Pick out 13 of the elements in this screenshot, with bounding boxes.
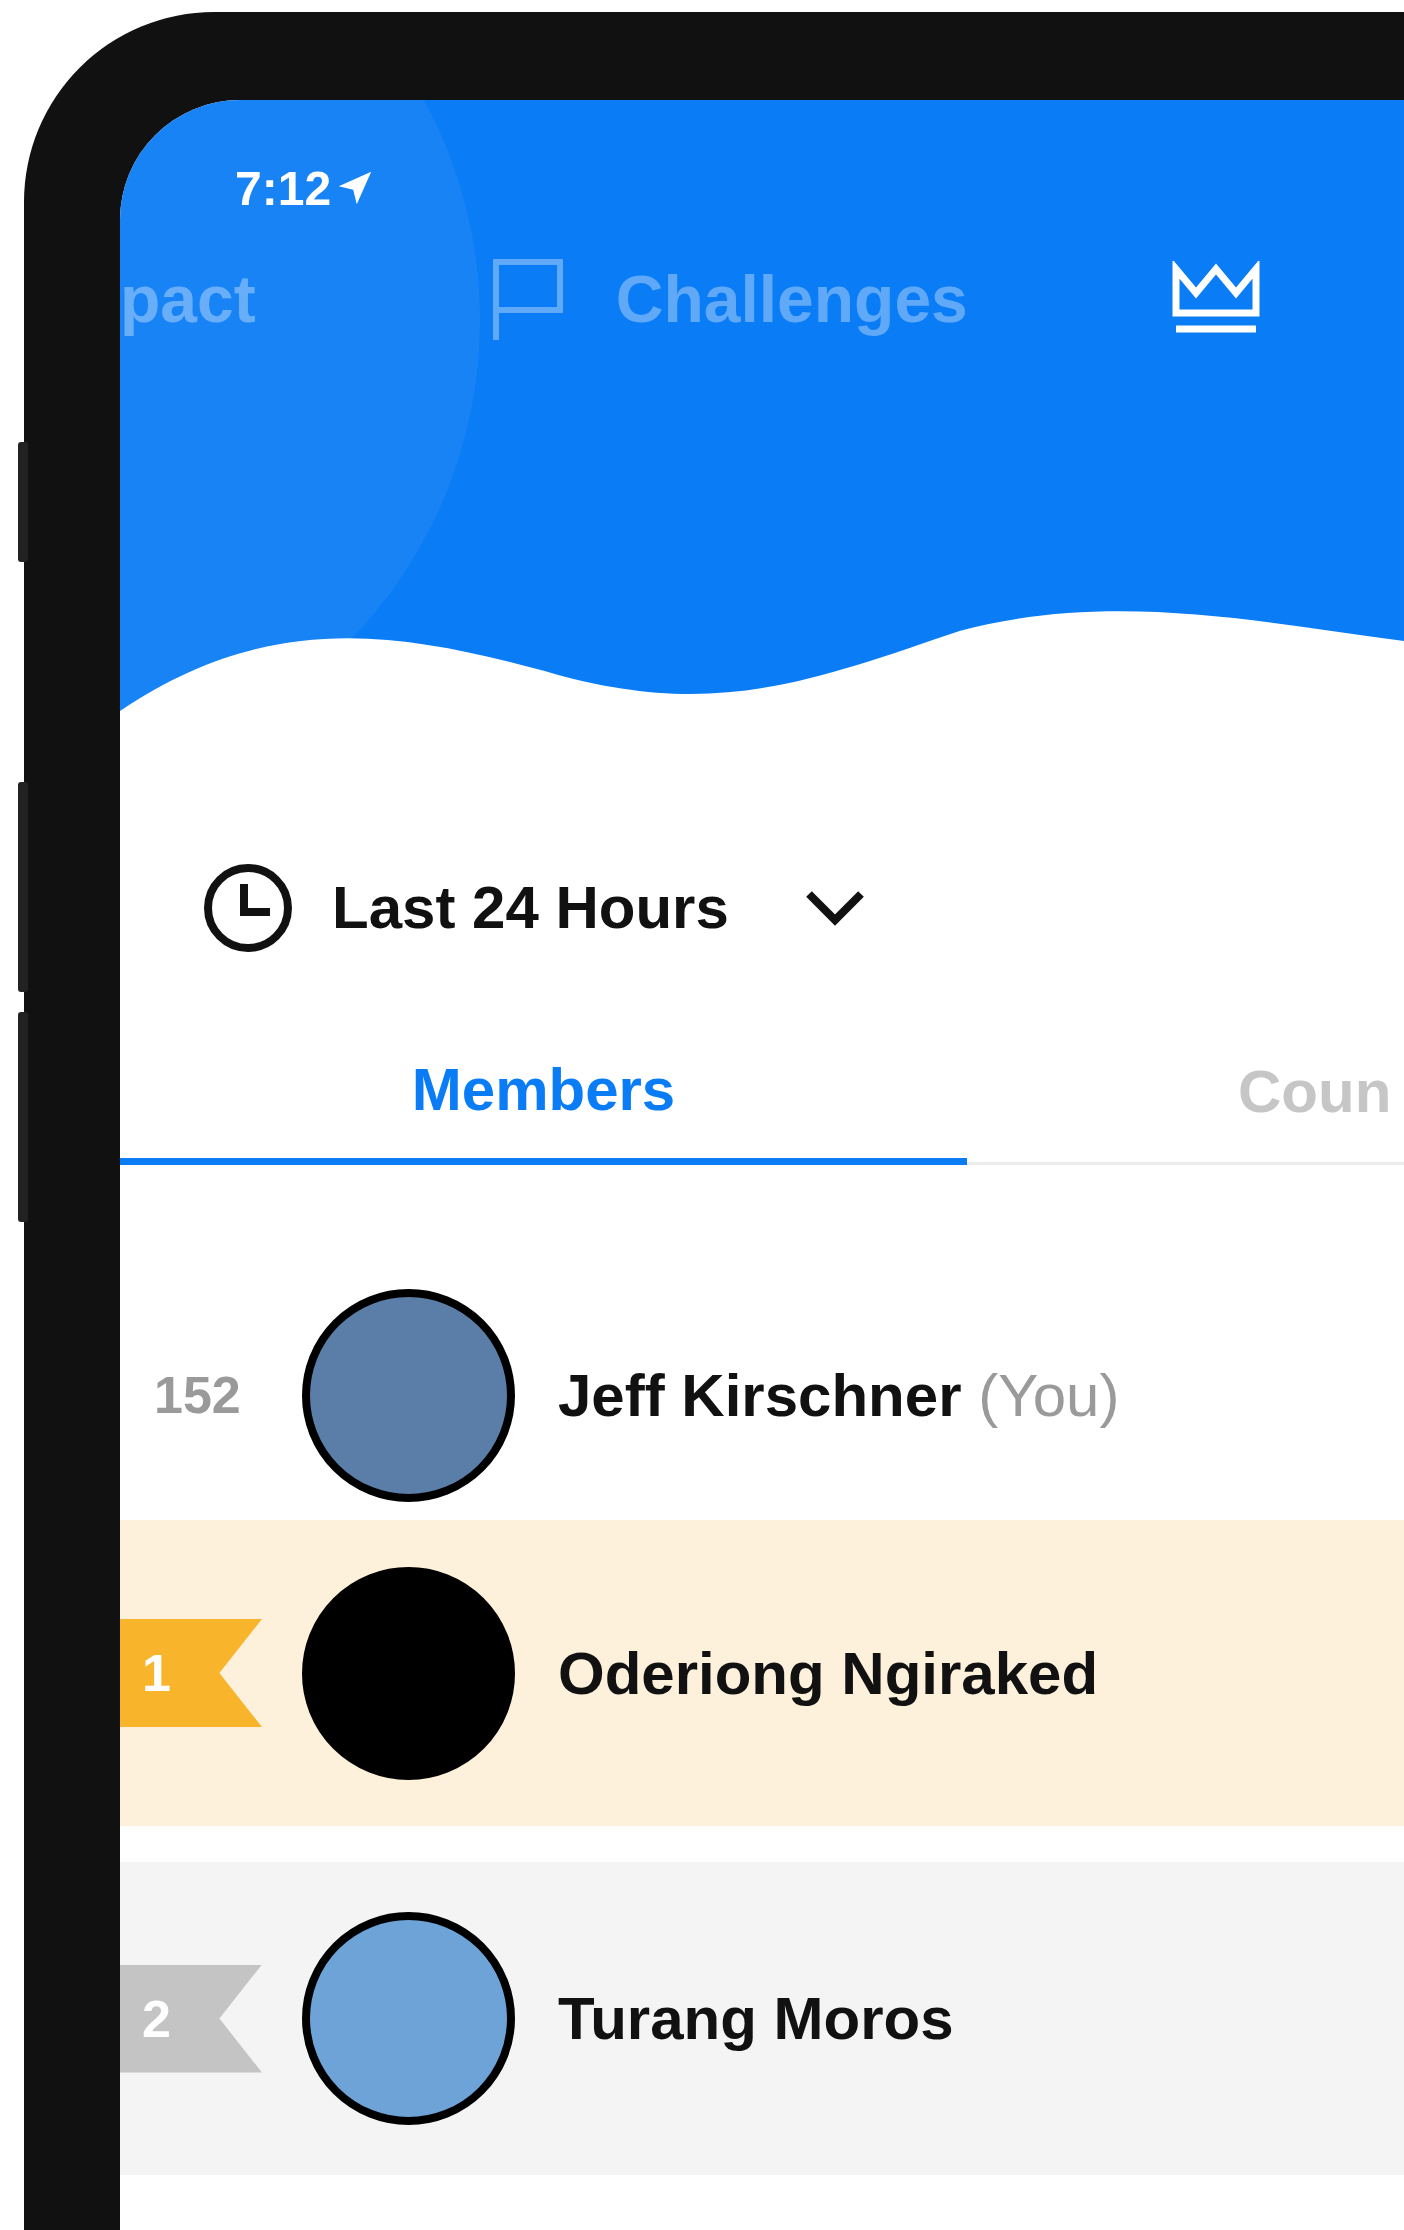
leaderboard-row[interactable]: 1 Oderiong Ngiraked — [120, 1520, 1404, 1826]
tab[interactable]: Members — [120, 1020, 967, 1165]
member-name: Turang Moros — [558, 1984, 954, 2053]
rank-number: 152 — [154, 1365, 241, 1425]
leaderboard-row[interactable]: 2 Turang Moros — [120, 1862, 1404, 2175]
member-name: Jeff Kirschner (You) — [558, 1360, 1120, 1430]
location-arrow-icon — [337, 170, 374, 206]
rank-ribbon: 2 — [120, 1964, 262, 2073]
status-time: 7:12 — [235, 160, 332, 216]
member-name: Oderiong Ngiraked — [558, 1638, 1099, 1708]
time-filter-dropdown[interactable]: Last 24 Hours — [202, 861, 867, 954]
clock-icon — [202, 861, 294, 954]
rank-ribbon: 1 — [120, 1619, 262, 1727]
